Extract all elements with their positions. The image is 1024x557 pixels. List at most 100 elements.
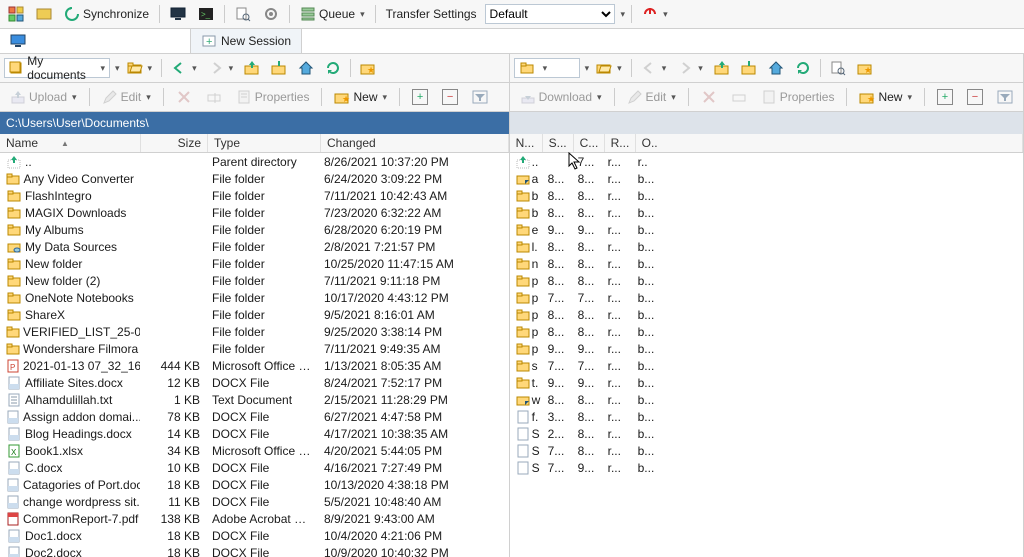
remote-dir-select[interactable]: ▾ [514, 58, 580, 78]
file-row[interactable]: p8...8...r...b... [510, 306, 1023, 323]
remote-find-button[interactable] [826, 57, 850, 79]
local-delete-button[interactable] [172, 86, 196, 108]
local-root-button[interactable] [267, 57, 291, 79]
local-select-none-button[interactable]: − [438, 86, 462, 108]
remote-file-grid[interactable]: ..7...r...r..a8...8...r...b...b8...8...r… [510, 153, 1023, 557]
disconnect-button[interactable]: ▾ [638, 3, 672, 25]
file-row[interactable]: a8...8...r...b... [510, 170, 1023, 187]
local-tab[interactable] [0, 29, 191, 53]
terminal-button[interactable]: >_ [194, 3, 218, 25]
file-row[interactable]: ..7...r...r.. [510, 153, 1023, 170]
local-edit-button[interactable]: Edit▾ [98, 86, 155, 108]
remote-rename-button[interactable] [727, 86, 751, 108]
file-row[interactable]: p8...8...r...b... [510, 323, 1023, 340]
file-row[interactable]: Any Video ConverterFile folder6/24/2020 … [0, 170, 509, 187]
file-row[interactable]: f.3...8...r...b... [510, 408, 1023, 425]
local-drive-select[interactable]: My documents ▾ [4, 58, 110, 78]
col-changed[interactable]: Changed [321, 134, 509, 152]
local-filter-button[interactable] [468, 86, 492, 108]
file-row[interactable]: b8...8...r...b... [510, 187, 1023, 204]
file-row[interactable]: t.9...9...r...b... [510, 374, 1023, 391]
file-row[interactable]: p7...7...r...b... [510, 289, 1023, 306]
file-row[interactable]: ..Parent directory8/26/2021 10:37:20 PM [0, 153, 509, 170]
address-book-button[interactable] [4, 3, 28, 25]
local-file-grid[interactable]: ..Parent directory8/26/2021 10:37:20 PMA… [0, 153, 509, 557]
file-row[interactable]: n8...8...r...b... [510, 255, 1023, 272]
local-select-all-button[interactable]: + [408, 86, 432, 108]
rcol-changed[interactable]: C... [574, 134, 605, 152]
remote-new-button[interactable]: ★New▾ [855, 86, 916, 108]
file-row[interactable]: C.docx10 KBDOCX File4/16/2021 7:27:49 PM [0, 459, 509, 476]
local-forward-button[interactable]: ▾ [204, 57, 238, 79]
file-row[interactable]: Wondershare FilmoraFile folder7/11/2021 … [0, 340, 509, 357]
col-type[interactable]: Type [208, 134, 321, 152]
file-row[interactable]: ShareXFile folder9/5/2021 8:16:01 AM [0, 306, 509, 323]
file-row[interactable]: l.8...8...r...b... [510, 238, 1023, 255]
synchronize-button[interactable]: Synchronize [60, 3, 153, 25]
settings-button[interactable] [259, 3, 283, 25]
file-row[interactable]: Affiliate Sites.docx12 KBDOCX File8/24/2… [0, 374, 509, 391]
file-row[interactable]: VERIFIED_LIST_25-09-...File folder9/25/2… [0, 323, 509, 340]
file-row[interactable]: P2021-01-13 07_32_16-...444 KBMicrosoft … [0, 357, 509, 374]
remote-properties-button[interactable]: Properties [757, 86, 839, 108]
local-open-folder-button[interactable]: ▾ [123, 57, 157, 79]
file-row[interactable]: FlashIntegroFile folder7/11/2021 10:42:4… [0, 187, 509, 204]
local-bookmark-button[interactable]: ★ [356, 57, 380, 79]
file-row[interactable]: S2...8...r...b... [510, 425, 1023, 442]
rcol-owner[interactable]: O.. [636, 134, 1023, 152]
local-up-button[interactable] [240, 57, 264, 79]
file-row[interactable]: e9...9...r...b... [510, 221, 1023, 238]
remote-refresh-button[interactable] [791, 57, 815, 79]
file-row[interactable]: Assign addon domai...78 KBDOCX File6/27/… [0, 408, 509, 425]
file-row[interactable]: My AlbumsFile folder6/28/2020 6:20:19 PM [0, 221, 509, 238]
file-row[interactable]: OneNote NotebooksFile folder10/17/2020 4… [0, 289, 509, 306]
find-button[interactable] [231, 3, 255, 25]
local-rename-button[interactable] [202, 86, 226, 108]
upload-button[interactable]: Upload▾ [6, 86, 81, 108]
transfer-settings-select[interactable]: Default [485, 4, 615, 24]
file-row[interactable]: My Data SourcesFile folder2/8/2021 7:21:… [0, 238, 509, 255]
file-row[interactable]: S7...9...r...b... [510, 459, 1023, 476]
file-row[interactable]: p9...9...r...b... [510, 340, 1023, 357]
file-row[interactable]: b8...8...r...b... [510, 204, 1023, 221]
file-row[interactable]: XBook1.xlsx34 KBMicrosoft Office E...4/2… [0, 442, 509, 459]
local-new-button[interactable]: ★New▾ [330, 86, 391, 108]
remote-home-button[interactable] [764, 57, 788, 79]
remote-forward-button[interactable]: ▾ [673, 57, 707, 79]
queue-button[interactable]: Queue ▾ [296, 3, 369, 25]
col-name[interactable]: Name▲ [0, 134, 141, 152]
local-refresh-button[interactable] [321, 57, 345, 79]
file-row[interactable]: S7...8...r...b... [510, 442, 1023, 459]
download-button[interactable]: Download▾ [516, 86, 606, 108]
remote-delete-button[interactable] [697, 86, 721, 108]
remote-select-none-button[interactable]: − [963, 86, 987, 108]
file-row[interactable]: p8...8...r...b... [510, 272, 1023, 289]
col-size[interactable]: Size [141, 134, 208, 152]
remote-up-button[interactable] [710, 57, 734, 79]
remote-root-button[interactable] [737, 57, 761, 79]
file-row[interactable]: CommonReport-7.pdf138 KBAdobe Acrobat D.… [0, 510, 509, 527]
file-row[interactable]: MAGIX DownloadsFile folder7/23/2020 6:32… [0, 204, 509, 221]
remote-select-all-button[interactable]: + [933, 86, 957, 108]
toggle-pane-button[interactable] [166, 3, 190, 25]
sync-browse-button[interactable] [32, 3, 56, 25]
new-session-tab[interactable]: + New Session [191, 29, 302, 53]
rcol-size[interactable]: S... [543, 134, 574, 152]
local-properties-button[interactable]: Properties [232, 86, 314, 108]
file-row[interactable]: Doc1.docx18 KBDOCX File10/4/2020 4:21:06… [0, 527, 509, 544]
file-row[interactable]: New folder (2)File folder7/11/2021 9:11:… [0, 272, 509, 289]
file-row[interactable]: Catagories of Port.docx18 KBDOCX File10/… [0, 476, 509, 493]
remote-bookmark-button[interactable]: ★ [853, 57, 877, 79]
file-row[interactable]: Doc2.docx18 KBDOCX File10/9/2020 10:40:3… [0, 544, 509, 557]
file-row[interactable]: Alhamdulillah.txt1 KBText Document2/15/2… [0, 391, 509, 408]
file-row[interactable]: change wordpress sit...11 KBDOCX File5/5… [0, 493, 509, 510]
remote-back-button[interactable]: ▾ [637, 57, 671, 79]
remote-filter-button[interactable] [993, 86, 1017, 108]
file-row[interactable]: New folderFile folder10/25/2020 11:47:15… [0, 255, 509, 272]
local-home-button[interactable] [294, 57, 318, 79]
rcol-rights[interactable]: R... [605, 134, 636, 152]
remote-open-folder-button[interactable]: ▾ [592, 57, 626, 79]
rcol-name[interactable]: N... [510, 134, 543, 152]
file-row[interactable]: s7...7...r...b... [510, 357, 1023, 374]
file-row[interactable]: w8...8...r...b... [510, 391, 1023, 408]
